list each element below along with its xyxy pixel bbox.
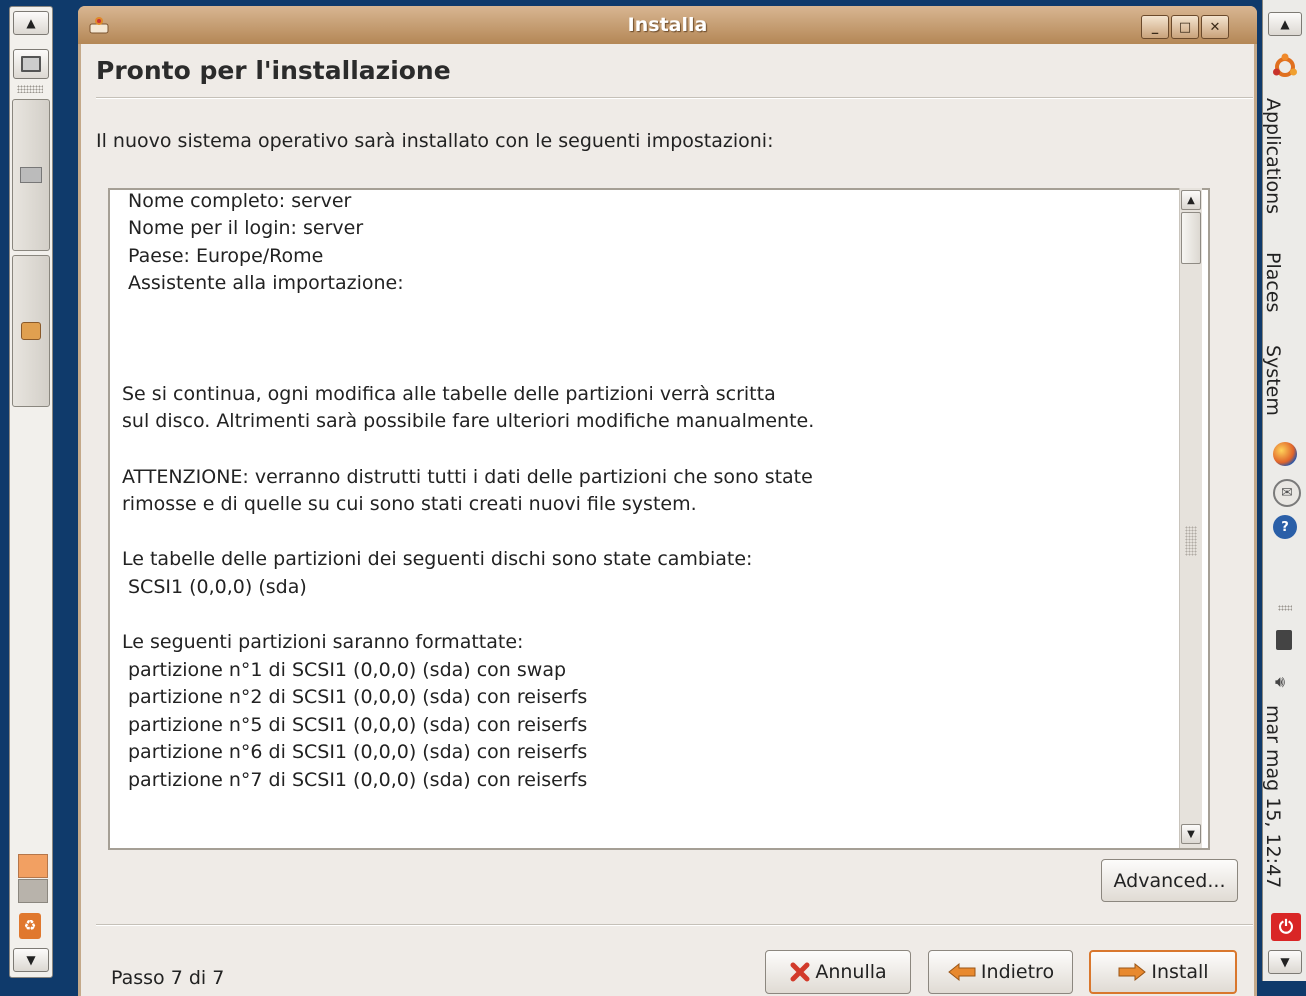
back-button[interactable]: Indietro: [928, 950, 1073, 994]
install-button-label: Install: [1151, 961, 1209, 983]
panel-scroll-up-button[interactable]: ▲: [13, 11, 49, 35]
volume-icon[interactable]: 🔊︎: [1275, 672, 1285, 692]
summary-line: partizione n°6 di SCSI1 (0,0,0) (sda) co…: [128, 741, 588, 764]
summary-line: Assistente alla importazione:: [128, 272, 404, 295]
back-arrow-icon: [948, 962, 976, 982]
forward-arrow-icon: [1118, 962, 1147, 982]
advanced-button-label: Advanced...: [1113, 869, 1226, 892]
summary-line: [122, 353, 814, 381]
summary-line: [122, 519, 814, 547]
intro-text: Il nuovo sistema operativo sarà installa…: [96, 130, 774, 152]
left-panel-body: ▲ ♻ ▼: [9, 6, 53, 978]
mail-icon[interactable]: ✉: [1273, 479, 1301, 507]
ubuntu-logo-icon[interactable]: [1272, 52, 1298, 82]
panel-scroll-up-button-right[interactable]: ▲: [1268, 12, 1302, 36]
bottom-panel-vertical: ▲ ♻ ▼: [0, 0, 55, 981]
system-menu[interactable]: System: [1262, 345, 1284, 416]
summary-line: Nome completo: server: [128, 190, 352, 212]
installer-icon: [21, 322, 41, 340]
cancel-button[interactable]: Annulla: [765, 950, 911, 994]
scrollbar-grip: [1185, 526, 1197, 556]
close-button[interactable]: ✕: [1201, 15, 1229, 39]
summary-line: Paese: Europe/Rome: [128, 244, 324, 267]
workspace-1[interactable]: [18, 854, 48, 878]
summary-line: sul disco. Altrimenti sarà possibile far…: [122, 410, 815, 433]
summary-line: partizione n°1 di SCSI1 (0,0,0) (sda) co…: [128, 658, 567, 681]
taskbar-item-terminal[interactable]: [12, 99, 50, 251]
summary-textview[interactable]: Lingua: Italiano (Italy)Nome completo: s…: [122, 190, 1188, 836]
window-titlebar[interactable]: Installa _ □ ✕: [78, 6, 1257, 44]
panel-grip[interactable]: [17, 85, 43, 93]
panel-grip-right[interactable]: [1278, 605, 1292, 611]
trash-icon[interactable]: ♻: [19, 913, 41, 939]
step-indicator: Passo 7 di 7: [111, 967, 225, 989]
cancel-button-label: Annulla: [815, 961, 887, 983]
summary-line: partizione n°7 di SCSI1 (0,0,0) (sda) co…: [128, 769, 588, 792]
summary-line: Nome per il login: server: [128, 217, 364, 240]
installer-window: Installa _ □ ✕ Pronto per l'installazion…: [78, 6, 1257, 996]
page-title: Pronto per l'installazione: [96, 56, 451, 85]
summary-line: partizione n°5 di SCSI1 (0,0,0) (sda) co…: [128, 713, 588, 736]
show-desktop-icon: [21, 56, 41, 72]
summary-scrollbar[interactable]: ▲ ▼: [1179, 188, 1202, 848]
summary-line: rimosse e di quelle su cui sono stati cr…: [122, 493, 697, 516]
back-button-label: Indietro: [980, 961, 1055, 983]
title-separator: [96, 97, 1253, 99]
cancel-icon: [790, 962, 810, 982]
places-menu[interactable]: Places: [1262, 252, 1284, 312]
summary-line: Le seguenti partizioni saranno formattat…: [122, 631, 524, 654]
window-title: Installa: [627, 14, 708, 36]
summary-line: [122, 436, 814, 464]
summary-line: partizione n°2 di SCSI1 (0,0,0) (sda) co…: [128, 686, 588, 709]
taskbar-item-installa[interactable]: [12, 255, 50, 407]
summary-line: ATTENZIONE: verranno distrutti tutti i d…: [122, 465, 813, 488]
close-icon: ✕: [1209, 19, 1221, 35]
summary-line: [122, 326, 814, 354]
summary-textview-frame: Lingua: Italiano (Italy)Nome completo: s…: [108, 188, 1210, 850]
top-panel-vertical: ▲ Applications Places System ✉ ? 🔊︎ mar …: [1262, 0, 1306, 981]
minimize-button[interactable]: _: [1141, 15, 1169, 39]
summary-line: SCSI1 (0,0,0) (sda): [128, 575, 307, 598]
show-desktop-button[interactable]: [13, 49, 49, 79]
power-icon[interactable]: ⏻: [1271, 913, 1301, 941]
summary-line: Le tabelle delle partizioni dei seguenti…: [122, 548, 753, 571]
maximize-icon: □: [1178, 19, 1192, 35]
maximize-button[interactable]: □: [1171, 15, 1199, 39]
summary-line: [122, 602, 814, 630]
applications-menu[interactable]: Applications: [1262, 98, 1284, 214]
summary-lines: Lingua: Italiano (Italy)Nome completo: s…: [122, 190, 814, 795]
install-button[interactable]: Install: [1089, 950, 1237, 994]
panel-scroll-down-button-right[interactable]: ▼: [1268, 950, 1302, 974]
network-icon[interactable]: [1276, 630, 1292, 650]
scroll-up-arrow-icon[interactable]: ▲: [1181, 190, 1201, 210]
workspace-2[interactable]: [18, 879, 48, 903]
window-content: Pronto per l'installazione Il nuovo sist…: [81, 44, 1254, 996]
scroll-down-arrow-icon[interactable]: ▼: [1181, 824, 1201, 844]
window-icon: [20, 167, 42, 183]
footer-separator: [96, 924, 1253, 926]
summary-line: Se si continua, ogni modifica alle tabel…: [122, 382, 776, 405]
panel-scroll-down-button[interactable]: ▼: [13, 948, 49, 972]
minimize-icon: _: [1151, 19, 1159, 35]
scrollbar-thumb[interactable]: [1181, 212, 1201, 264]
help-icon[interactable]: ?: [1273, 515, 1297, 539]
firefox-icon[interactable]: [1273, 442, 1297, 466]
advanced-button[interactable]: Advanced...: [1101, 859, 1238, 902]
clock[interactable]: mar mag 15, 12:47: [1262, 705, 1284, 888]
summary-line: [122, 298, 814, 326]
